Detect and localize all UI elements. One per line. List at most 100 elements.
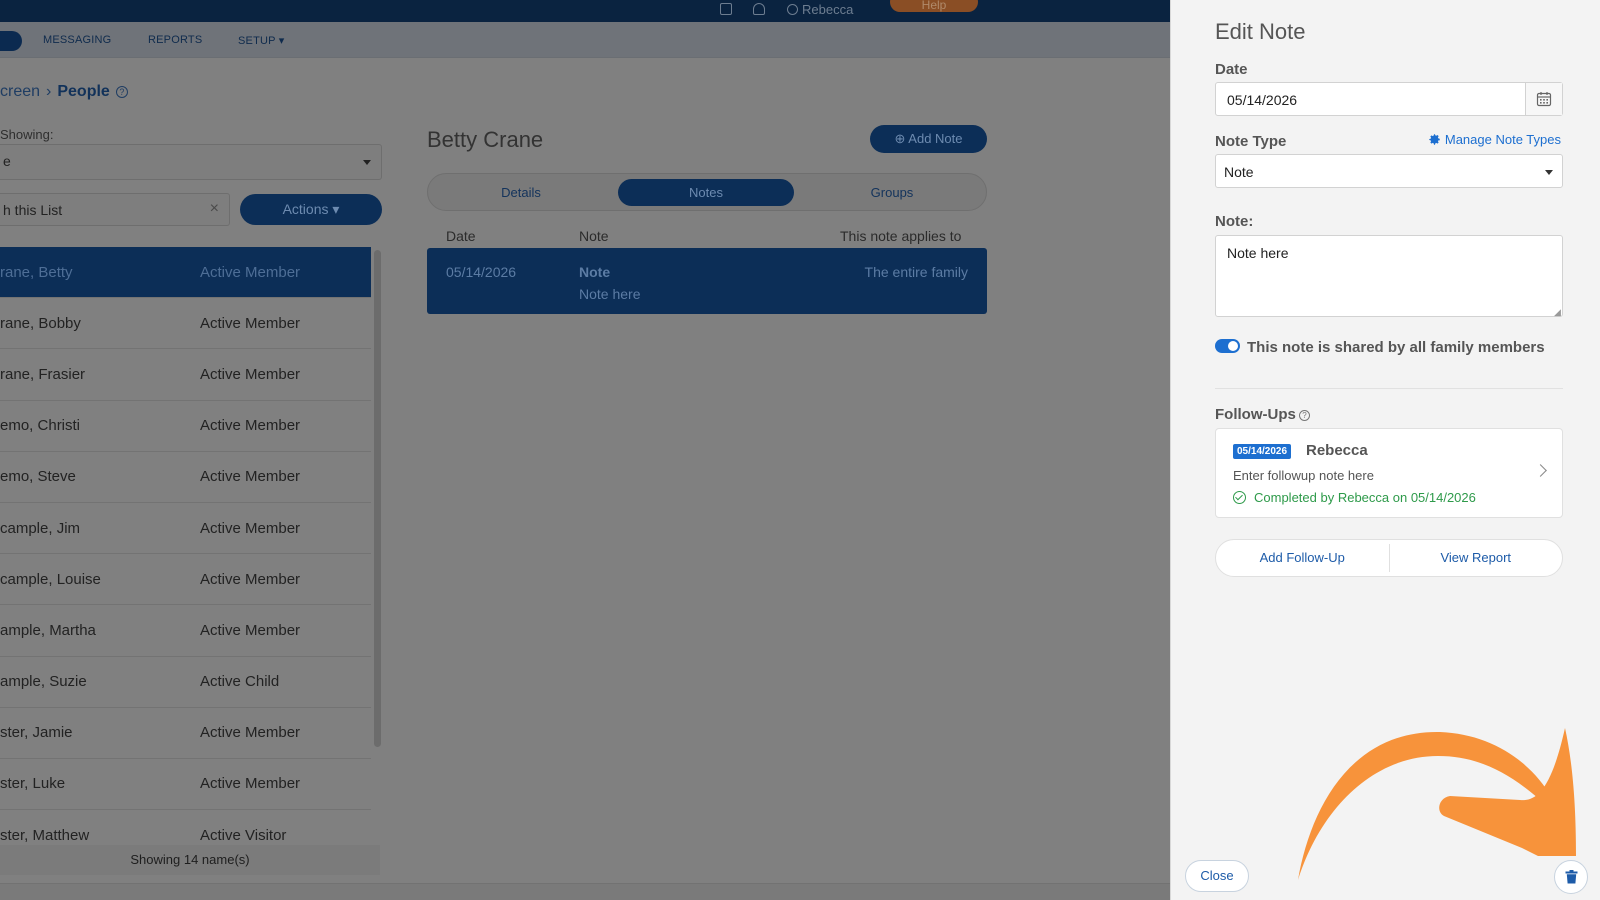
list-item[interactable]: ample, Martha Active Member bbox=[0, 605, 371, 657]
followup-note: Enter followup note here bbox=[1233, 468, 1374, 483]
gear-icon bbox=[1429, 134, 1440, 145]
list-scrollbar[interactable] bbox=[374, 250, 381, 747]
person-row-status: Active Member bbox=[200, 724, 301, 742]
person-row-status: Active Member bbox=[200, 417, 301, 435]
followup-card[interactable]: 05/14/2026 Rebecca Enter followup note h… bbox=[1215, 428, 1563, 518]
plus-circle-icon: ⊕ bbox=[894, 131, 906, 146]
resize-grip-icon[interactable]: ◢ bbox=[1554, 307, 1561, 318]
nav-item-messaging[interactable]: MESSAGING bbox=[43, 34, 111, 46]
search-list-value: h this List bbox=[3, 202, 63, 218]
tab-details[interactable]: Details bbox=[433, 179, 609, 206]
delete-button[interactable] bbox=[1554, 860, 1588, 894]
note-type-select[interactable]: Note bbox=[1215, 154, 1563, 188]
chevron-right-icon bbox=[1534, 464, 1547, 477]
calendar-button[interactable] bbox=[1525, 83, 1562, 115]
close-button[interactable]: Close bbox=[1185, 860, 1249, 892]
top-bar: Rebecca Help bbox=[0, 0, 1170, 22]
person-row-name: ample, Martha bbox=[0, 621, 96, 639]
calendar-icon bbox=[1536, 92, 1552, 107]
list-item[interactable]: cample, Jim Active Member bbox=[0, 502, 371, 555]
person-row-name: rane, Frasier bbox=[0, 365, 86, 383]
person-row-status: Active Member bbox=[200, 570, 301, 588]
shared-label: This note is shared by all family member… bbox=[1247, 339, 1545, 356]
date-field[interactable]: 05/14/2026 bbox=[1215, 82, 1563, 116]
list-item[interactable]: ster, Jamie Active Member bbox=[0, 707, 371, 759]
help-circle-icon[interactable]: ? bbox=[1299, 410, 1310, 421]
user-icon bbox=[787, 4, 798, 15]
help-circle-icon[interactable]: ? bbox=[115, 86, 128, 98]
followup-actions: Add Follow-Up View Report bbox=[1215, 539, 1563, 577]
actions-label: Actions bbox=[282, 201, 329, 217]
note-row-type: Note bbox=[579, 264, 611, 280]
bell-icon[interactable] bbox=[753, 3, 765, 15]
list-filter-select[interactable]: e bbox=[0, 144, 382, 180]
tab-groups[interactable]: Groups bbox=[804, 179, 980, 206]
view-report-button[interactable]: View Report bbox=[1390, 540, 1563, 576]
list-item[interactable]: rane, Bobby Active Member bbox=[0, 298, 371, 350]
person-row-name: cample, Jim bbox=[0, 519, 81, 537]
manage-note-types-link[interactable]: Manage Note Types bbox=[1428, 132, 1561, 147]
shared-toggle[interactable] bbox=[1215, 339, 1240, 353]
list-item[interactable]: emo, Christi Active Member bbox=[0, 400, 371, 452]
add-note-button[interactable]: ⊕ Add Note bbox=[870, 125, 987, 153]
list-item[interactable]: rane, Betty Active Member bbox=[0, 247, 371, 299]
person-row-name: cample, Louise bbox=[0, 570, 101, 588]
person-name: Betty Crane bbox=[427, 127, 544, 152]
note-row-text: Note here bbox=[579, 286, 641, 302]
list-item[interactable]: cample, Louise Active Member bbox=[0, 554, 371, 606]
date-value: 05/14/2026 bbox=[1227, 92, 1298, 108]
person-row-status: Active Member bbox=[200, 365, 301, 383]
edit-note-panel: Edit Note Date 05/14/2026 Note Type Mana… bbox=[1170, 0, 1600, 900]
person-row-status: Active Member bbox=[200, 775, 301, 793]
note-row[interactable]: 05/14/2026 Note Note here The entire fam… bbox=[427, 248, 987, 314]
actions-button[interactable]: Actions ▾ bbox=[240, 194, 382, 225]
check-circle-icon bbox=[1233, 491, 1246, 504]
followup-date-badge: 05/14/2026 bbox=[1233, 444, 1292, 459]
nav-item-setup[interactable]: SETUP ▾ bbox=[238, 34, 284, 47]
person-row-name: ster, Luke bbox=[0, 775, 66, 793]
list-item[interactable]: rane, Frasier Active Member bbox=[0, 349, 371, 401]
nav-item-active[interactable] bbox=[0, 31, 22, 51]
person-row-name: ster, Matthew bbox=[0, 826, 90, 844]
person-row-name: ster, Jamie bbox=[0, 724, 73, 742]
note-textarea[interactable]: Note here bbox=[1215, 235, 1563, 317]
list-item[interactable]: ample, Suzie Active Child bbox=[0, 656, 371, 708]
search-list-input[interactable]: h this List × bbox=[0, 193, 230, 226]
caret-down-icon bbox=[1545, 170, 1553, 175]
note-row-date: 05/14/2026 bbox=[446, 264, 517, 280]
square-icon[interactable] bbox=[720, 3, 732, 15]
person-row-name: ample, Suzie bbox=[0, 673, 87, 691]
toggle-knob bbox=[1228, 341, 1238, 351]
clear-icon[interactable]: × bbox=[210, 200, 219, 218]
person-row-status: Active Member bbox=[200, 468, 301, 486]
add-note-label: Add Note bbox=[908, 131, 963, 146]
nav-item-setup-label: SETUP bbox=[238, 35, 276, 47]
list-item[interactable]: emo, Steve Active Member bbox=[0, 451, 371, 503]
showing-label: Showing: bbox=[0, 127, 54, 142]
person-row-name: rane, Bobby bbox=[0, 314, 81, 332]
date-label: Date bbox=[1215, 61, 1248, 78]
list-item[interactable]: ster, Luke Active Member bbox=[0, 758, 371, 811]
person-row-name: emo, Christi bbox=[0, 417, 81, 435]
notes-col-applies: This note applies to bbox=[840, 228, 962, 244]
breadcrumb: creen › People ? bbox=[0, 83, 128, 101]
person-row-status: Active Member bbox=[200, 519, 301, 537]
bottom-strip bbox=[0, 883, 1170, 900]
person-row-name: rane, Betty bbox=[0, 263, 73, 281]
nav-item-reports[interactable]: REPORTS bbox=[148, 34, 202, 46]
list-footer: Showing 14 name(s) bbox=[0, 845, 380, 875]
caret-down-icon bbox=[363, 160, 371, 165]
breadcrumb-parent[interactable]: creen bbox=[0, 83, 40, 101]
list-item[interactable]: ster, Matthew Active Visitor bbox=[0, 810, 371, 847]
people-list: rane, Betty Active Member rane, Bobby Activ… bbox=[0, 247, 371, 847]
note-type-label: Note Type bbox=[1215, 133, 1287, 150]
user-menu[interactable]: Rebecca bbox=[787, 2, 853, 17]
person-row-status: Active Visitor bbox=[200, 826, 287, 844]
add-followup-button[interactable]: Add Follow-Up bbox=[1216, 540, 1389, 576]
tab-notes[interactable]: Notes bbox=[618, 179, 794, 206]
panel-title: Edit Note bbox=[1215, 19, 1306, 44]
help-button[interactable]: Help bbox=[890, 0, 978, 12]
manage-note-types-label: Manage Note Types bbox=[1444, 132, 1561, 147]
followups-label: Follow-Ups bbox=[1215, 406, 1296, 423]
divider bbox=[1215, 388, 1563, 389]
